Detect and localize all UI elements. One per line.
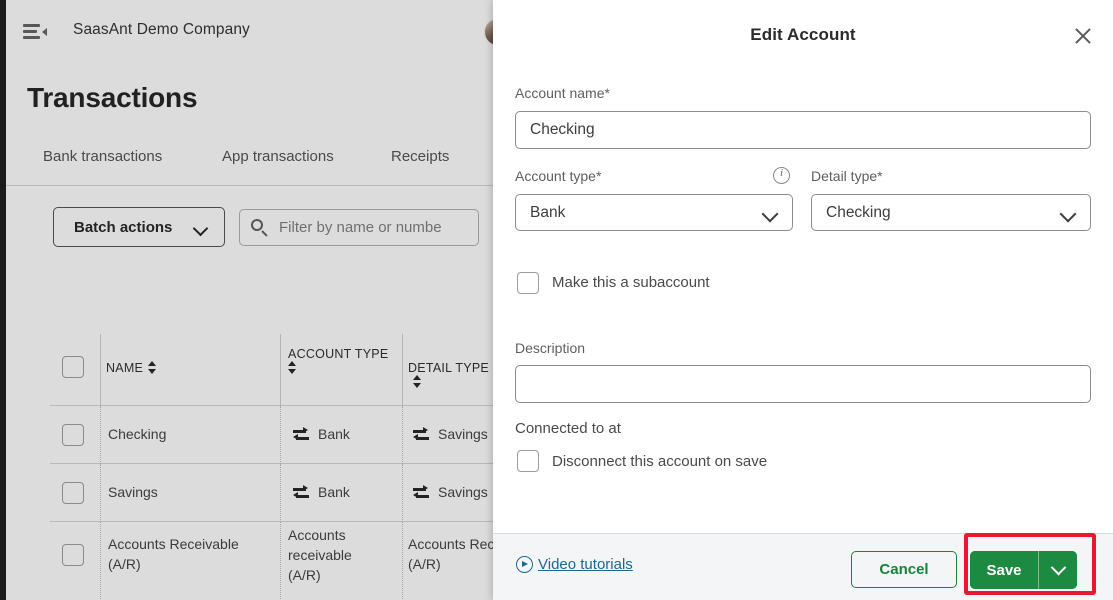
hamburger-collapse-icon[interactable] — [23, 21, 49, 41]
column-header-account-type[interactable]: ACCOUNT TYPE — [288, 347, 393, 375]
save-button[interactable]: Save — [970, 551, 1039, 589]
edit-account-panel: Edit Account Account name* Account type*… — [493, 0, 1113, 600]
cell-name: Savings — [108, 484, 158, 500]
cancel-button[interactable]: Cancel — [851, 551, 957, 588]
cell-divider — [100, 406, 101, 464]
cell-divider — [280, 406, 281, 464]
disconnect-checkbox[interactable] — [517, 450, 539, 472]
column-divider — [280, 334, 281, 406]
column-header-account-type-label: ACCOUNT TYPE — [288, 347, 389, 361]
cell-divider — [100, 464, 101, 522]
transfer-arrows-icon — [293, 427, 309, 442]
close-icon[interactable] — [1067, 20, 1099, 52]
cell-detail-type: Accounts Rece (A/R) — [408, 536, 493, 572]
sort-icon[interactable] — [413, 375, 422, 388]
column-divider — [402, 334, 403, 406]
chevron-down-icon — [1059, 205, 1077, 223]
row-checkbox[interactable] — [62, 544, 84, 566]
info-icon[interactable]: i — [773, 167, 790, 184]
search-icon — [251, 219, 269, 237]
chevron-down-icon — [192, 220, 209, 237]
app-header: SaasAnt Demo Company — [6, 0, 493, 62]
cell-divider — [280, 464, 281, 522]
filter-placeholder: Filter by name or numbe — [279, 219, 442, 236]
cell-divider — [100, 522, 101, 600]
tab-bar: Bank transactions App transactions Recei… — [6, 148, 493, 186]
column-header-name[interactable]: NAME — [106, 361, 157, 375]
cell-detail-type: Savings — [438, 426, 488, 442]
cell-account-type: Bank — [318, 426, 350, 442]
chevron-down-icon — [761, 205, 779, 223]
sort-icon[interactable] — [148, 361, 157, 374]
detail-type-label: Detail type* — [811, 168, 883, 184]
cell-divider — [402, 522, 403, 600]
account-name-label: Account name* — [515, 85, 610, 101]
column-header-detail-type-label: DETAIL TYPE — [408, 361, 490, 375]
screen-root: SaasAnt Demo Company Transactions Bank t… — [0, 0, 1113, 600]
cell-divider — [280, 522, 281, 600]
accounts-table: NAME ACCOUNT TYPE DETAIL TYPE Checking B… — [50, 330, 493, 600]
disconnect-label: Disconnect this account on save — [552, 453, 768, 470]
description-input[interactable] — [515, 365, 1091, 403]
column-divider — [100, 334, 101, 406]
connected-to-label: Connected to at — [515, 420, 621, 437]
app-content: SaasAnt Demo Company Transactions Bank t… — [6, 0, 493, 600]
save-dropdown-toggle[interactable] — [1039, 551, 1077, 589]
detail-type-value: Checking — [826, 204, 891, 221]
description-label: Description — [515, 340, 586, 356]
table-row[interactable]: Savings Bank Savings — [50, 464, 493, 522]
column-header-name-label: NAME — [106, 361, 144, 375]
cell-account-type: Bank — [318, 484, 350, 500]
video-tutorials-link[interactable]: Video tutorials — [538, 556, 633, 573]
cell-detail-type: Savings — [438, 484, 488, 500]
subaccount-checkbox[interactable] — [517, 272, 539, 294]
cell-account-type: Accounts receivable (A/R) — [288, 527, 352, 583]
column-header-detail-type[interactable]: DETAIL TYPE — [408, 361, 493, 389]
chevron-down-icon — [1050, 559, 1066, 575]
table-header-row: NAME ACCOUNT TYPE DETAIL TYPE — [50, 330, 493, 406]
cell-name: Checking — [108, 426, 167, 442]
row-checkbox[interactable] — [62, 482, 84, 504]
sort-icon[interactable] — [288, 361, 297, 374]
table-row[interactable]: Accounts Receivable (A/R) Accounts recei… — [50, 522, 493, 600]
batch-actions-label: Batch actions — [74, 219, 173, 236]
save-button-group[interactable]: Save — [970, 551, 1077, 589]
avatar[interactable] — [484, 18, 493, 46]
cell-divider — [402, 464, 403, 522]
cell-divider — [402, 406, 403, 464]
tab-receipts[interactable]: Receipts — [391, 148, 449, 165]
select-all-checkbox[interactable] — [62, 356, 84, 378]
play-circle-icon[interactable] — [516, 556, 533, 573]
tab-bank-transactions[interactable]: Bank transactions — [43, 148, 162, 165]
tab-app-transactions[interactable]: App transactions — [222, 148, 334, 165]
account-name-input[interactable] — [515, 111, 1091, 149]
filter-input[interactable]: Filter by name or numbe — [239, 209, 479, 246]
transfer-arrows-icon — [413, 427, 429, 442]
row-checkbox[interactable] — [62, 424, 84, 446]
cell-name: Accounts Receivable (A/R) — [108, 536, 239, 572]
transfer-arrows-icon — [293, 485, 309, 500]
detail-type-select[interactable]: Checking — [811, 194, 1091, 231]
account-type-select[interactable]: Bank — [515, 194, 793, 231]
transfer-arrows-icon — [413, 485, 429, 500]
account-type-label: Account type* — [515, 168, 602, 184]
subaccount-label: Make this a subaccount — [552, 274, 710, 291]
background-app: SaasAnt Demo Company Transactions Bank t… — [0, 0, 493, 600]
company-name: SaasAnt Demo Company — [73, 21, 250, 38]
account-type-value: Bank — [530, 204, 566, 221]
modal-title: Edit Account — [750, 25, 856, 44]
table-row[interactable]: Checking Bank Savings — [50, 406, 493, 464]
page-title: Transactions — [27, 82, 198, 113]
tab-underline — [6, 185, 493, 186]
modal-footer: Video tutorials Cancel Save — [493, 533, 1113, 600]
batch-actions-button[interactable]: Batch actions — [53, 207, 225, 247]
